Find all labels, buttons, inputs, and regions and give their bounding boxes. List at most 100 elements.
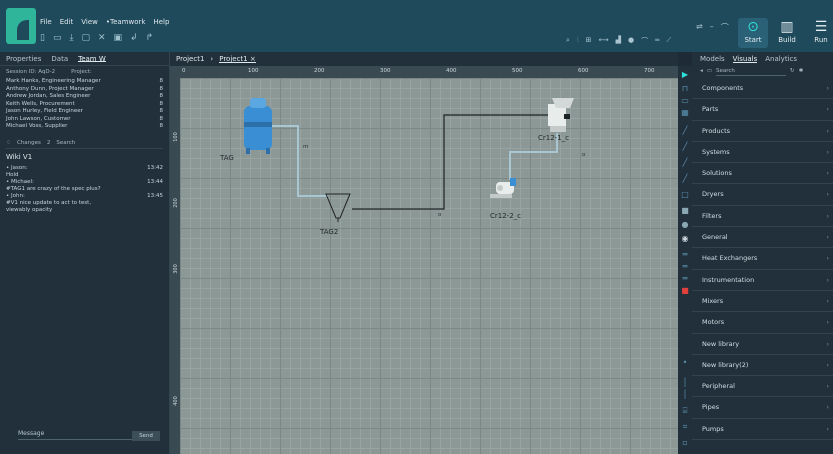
folder-icon[interactable]: ▭ — [707, 68, 712, 76]
category-item[interactable]: Solutions — [692, 163, 833, 185]
tab-data[interactable]: Data — [51, 55, 68, 63]
target-icon[interactable]: ◉ — [680, 234, 690, 244]
category-item[interactable]: Mixers — [692, 291, 833, 313]
equals-icon[interactable]: ═ — [655, 36, 659, 46]
library-search-input[interactable]: Search — [715, 68, 786, 76]
category-item[interactable]: General — [692, 227, 833, 249]
chevron-right-icon: › — [210, 55, 214, 63]
tab-project1[interactable]: Project1 — [176, 55, 204, 63]
category-item[interactable]: Systems — [692, 142, 833, 164]
connect-icon[interactable]: ⟷ — [599, 36, 609, 46]
bottom-icon[interactable]: ▫ — [680, 438, 690, 448]
category-item[interactable]: Parts — [692, 99, 833, 121]
list-item[interactable]: Mark Hanks, Engineering Manager 8 — [6, 78, 163, 86]
start-button[interactable]: ⊙ Start — [738, 18, 768, 48]
refresh-icon[interactable]: ↻ — [790, 68, 795, 76]
settings-icon[interactable]: ✱ — [799, 68, 804, 76]
category-item[interactable]: Pipes — [692, 397, 833, 419]
machine-icon[interactable] — [548, 98, 574, 132]
cyclone-icon[interactable] — [325, 193, 351, 222]
list-item[interactable]: Michael Voss, Supplier 8 — [6, 123, 163, 131]
minimize-icon[interactable]: – — [710, 22, 714, 33]
message-header: • John: 13:45 — [6, 192, 163, 199]
category-item[interactable]: Products — [692, 121, 833, 142]
fit-icon[interactable]: ⌸ — [680, 406, 690, 416]
frame-icon[interactable]: ⊓ — [680, 84, 690, 94]
back-icon[interactable]: ◂ — [700, 68, 703, 76]
category-item[interactable]: Peripheral — [692, 376, 833, 398]
pipe-tag2-c1[interactable] — [352, 114, 554, 210]
category-item[interactable]: New library(2) — [692, 355, 833, 377]
list-item[interactable]: Keith Wells, Procurement 8 — [6, 101, 163, 109]
redo-icon[interactable]: ↱ — [146, 33, 154, 43]
build-button[interactable]: ▥ Build — [772, 18, 802, 48]
tab-properties[interactable]: Properties — [6, 55, 41, 63]
chat-icon[interactable]: ▣ — [114, 33, 123, 43]
new-icon[interactable]: ▯ — [40, 33, 45, 43]
category-item[interactable]: Motors — [692, 312, 833, 334]
align-icon[interactable]: ⫶ — [577, 36, 579, 46]
send-button[interactable]: Send — [132, 431, 160, 441]
category-item[interactable]: Components — [692, 78, 833, 100]
menu-teamwork[interactable]: •Teamwork — [106, 18, 146, 26]
open-icon[interactable]: ▭ — [53, 33, 62, 43]
list-item[interactable]: Jason Hurley, Field Engineer 8 — [6, 108, 163, 116]
tab-team[interactable]: Team W — [78, 55, 106, 63]
rule3-icon[interactable]: ═ — [680, 274, 690, 284]
category-item[interactable]: Dryers — [692, 184, 833, 206]
zoom-slider[interactable]: │ — [680, 378, 690, 388]
bell-icon[interactable]: ♢ — [6, 140, 11, 146]
category-item[interactable]: Pumps — [692, 419, 833, 441]
restore-icon[interactable]: ⌒ — [721, 22, 729, 33]
run-button[interactable]: ☰ Run — [806, 18, 833, 48]
grid-tool-icon[interactable]: ▦ — [680, 108, 690, 118]
menu-edit[interactable]: Edit — [60, 18, 74, 26]
zoom-icon[interactable]: ⌕ — [566, 36, 570, 46]
square-icon[interactable]: □ — [680, 190, 690, 200]
pin-icon[interactable]: ⇌ — [696, 22, 703, 33]
category-item[interactable]: New library — [692, 334, 833, 355]
category-item[interactable]: Heat Exchangers — [692, 248, 833, 270]
pipe-tag1-tag2[interactable] — [272, 125, 328, 197]
line3-icon[interactable]: ╱ — [680, 158, 690, 168]
menu-file[interactable]: File — [40, 18, 52, 26]
line2-icon[interactable]: ╱ — [680, 142, 690, 152]
category-item[interactable]: Instrumentation — [692, 270, 833, 291]
diagram-canvas[interactable]: TAG TAG2 Cr12-1_c Cr12-2_c m o o — [180, 78, 678, 454]
tab-visuals[interactable]: Visuals — [732, 55, 758, 63]
tank-icon[interactable] — [244, 98, 272, 154]
tab-analytics[interactable]: Analytics — [765, 55, 797, 63]
pump-icon[interactable] — [490, 178, 516, 198]
circle-icon[interactable]: ● — [680, 220, 690, 230]
fill-square-icon[interactable]: ■ — [680, 206, 690, 216]
menu-view[interactable]: View — [81, 18, 98, 26]
search-input[interactable]: Search — [56, 140, 75, 146]
chart-icon[interactable]: ▟ — [616, 36, 621, 46]
close-icon[interactable]: ✕ — [98, 33, 106, 43]
record-icon[interactable]: ● — [628, 36, 634, 46]
pen-icon[interactable]: ⟋ — [666, 36, 671, 46]
dot-icon[interactable]: • — [680, 358, 690, 368]
grid-icon[interactable]: ⊞ — [586, 36, 592, 46]
tab-models[interactable]: Models — [700, 55, 725, 63]
zoom-slider-track[interactable]: │ — [680, 390, 690, 400]
list-item[interactable]: Andrew Jordan, Sales Engineer 8 — [6, 93, 163, 101]
changes-filter[interactable]: Changes — [17, 140, 41, 146]
pointer-icon[interactable]: ▶ — [680, 70, 690, 80]
record-tool-icon[interactable]: ■ — [680, 286, 690, 296]
rect-icon[interactable]: ▭ — [680, 96, 690, 106]
menu-help[interactable]: Help — [153, 18, 169, 26]
category-item[interactable]: Filters — [692, 206, 833, 228]
copy-icon[interactable]: ▢ — [81, 33, 90, 43]
rule2-icon[interactable]: ═ — [680, 262, 690, 272]
line-icon[interactable]: ╱ — [680, 126, 690, 136]
list-item[interactable]: John Lawson, Customer 8 — [6, 116, 163, 124]
list-item[interactable]: Anthony Dunn, Project Manager 8 — [6, 86, 163, 94]
curve-icon[interactable]: ⌒ — [641, 36, 648, 46]
tab-project1-active[interactable]: Project1 × — [219, 55, 256, 63]
download-icon[interactable]: ⤓ — [69, 33, 73, 43]
line4-icon[interactable]: ╱ — [680, 174, 690, 184]
expand-icon[interactable]: ⌗ — [680, 422, 690, 432]
rule-icon[interactable]: ═ — [680, 250, 690, 260]
undo-icon[interactable]: ↲ — [130, 33, 138, 43]
